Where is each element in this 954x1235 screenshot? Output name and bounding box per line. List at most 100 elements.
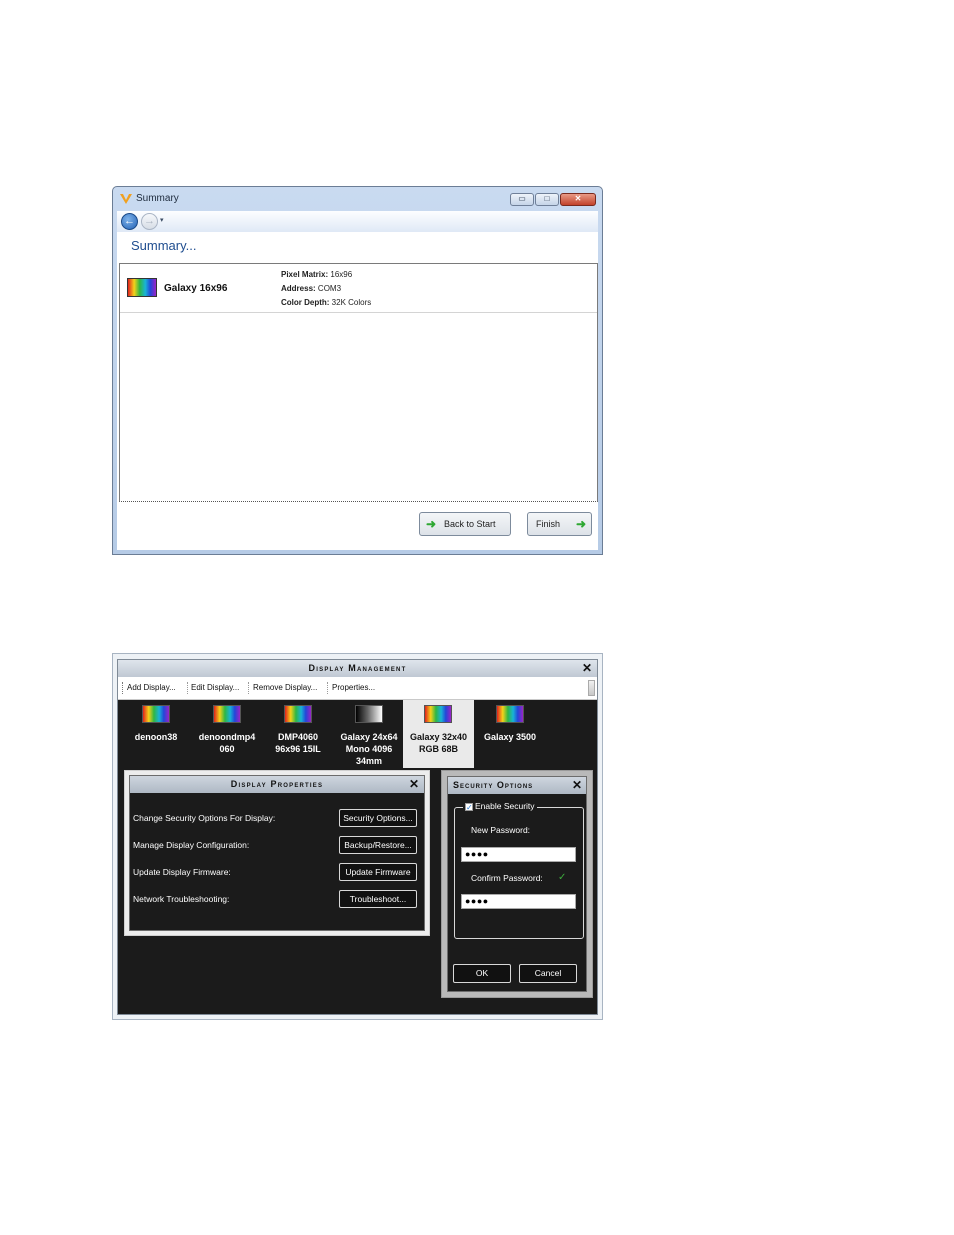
- display-properties-title: Display Properties: [130, 776, 424, 793]
- display-tile-denoon38[interactable]: denoon38: [128, 700, 184, 768]
- backup-restore-button[interactable]: Backup/Restore...: [339, 836, 417, 854]
- caption-buttons: ▭ □ ✕: [510, 193, 596, 206]
- display-tile-galaxy-32x40[interactable]: Galaxy 32x40 RGB 68B: [403, 700, 474, 768]
- enable-security-label: Enable Security: [475, 801, 535, 811]
- color-depth-label: Color Depth:: [281, 298, 330, 307]
- new-password-label: New Password:: [471, 825, 531, 835]
- confirm-password-label: Confirm Password:: [471, 873, 543, 883]
- back-to-start-button[interactable]: ➜ Back to Start: [419, 512, 511, 536]
- color-display-icon: [127, 278, 157, 297]
- summary-content: Summary... Galaxy 16x96 Pixel Matrix: 16…: [117, 232, 598, 550]
- toolbar-grip: [122, 682, 123, 694]
- display-tile-line: 34mm: [355, 756, 382, 766]
- toolbar-overflow[interactable]: [588, 680, 595, 696]
- security-options-button[interactable]: Security Options...: [339, 809, 417, 827]
- pixel-matrix-row: Pixel Matrix: 16x96: [281, 270, 352, 279]
- display-tile-galaxy-24x64[interactable]: Galaxy 24x64 Mono 4096 34mm: [335, 700, 403, 768]
- display-tile-line: denoondmp4: [198, 732, 256, 742]
- security-options-body: Security Options ✕ ✓ Enable Security New …: [447, 776, 587, 992]
- display-tile-line: RGB 68B: [418, 744, 458, 754]
- address-row: Address: COM3: [281, 284, 341, 293]
- add-display-button[interactable]: Add Display...: [127, 683, 176, 692]
- summary-list: Galaxy 16x96 Pixel Matrix: 16x96 Address…: [119, 263, 598, 502]
- mono-display-icon: [355, 705, 383, 723]
- security-group: ✓ Enable Security New Password: ●●●● Conf…: [454, 801, 584, 939]
- properties-button[interactable]: Properties...: [332, 683, 375, 692]
- finish-label: Finish: [536, 519, 561, 529]
- close-icon[interactable]: ✕: [572, 777, 582, 794]
- color-display-icon: [424, 705, 452, 723]
- close-icon[interactable]: ✕: [409, 776, 419, 793]
- remove-display-button[interactable]: Remove Display...: [253, 683, 317, 692]
- toolbar-divider: [327, 682, 328, 694]
- summary-title-bar: Summary ▭ □ ✕: [113, 187, 602, 211]
- edit-display-button[interactable]: Edit Display...: [191, 683, 239, 692]
- address-label: Address:: [281, 284, 316, 293]
- color-display-icon: [284, 705, 312, 723]
- toolbar-divider: [248, 682, 249, 694]
- back-to-start-label: Back to Start: [444, 519, 496, 529]
- display-tile-label: denoondmp4 060: [194, 731, 260, 755]
- new-password-field[interactable]: ●●●●: [461, 847, 576, 862]
- troubleshoot-button[interactable]: Troubleshoot...: [339, 890, 417, 908]
- toolbar-divider: [187, 682, 188, 694]
- display-tile-line: Galaxy 24x64: [340, 732, 398, 742]
- close-icon[interactable]: ✕: [582, 660, 592, 677]
- list-item[interactable]: Galaxy 16x96 Pixel Matrix: 16x96 Address…: [120, 264, 597, 313]
- minimize-button[interactable]: ▭: [510, 193, 534, 206]
- enable-security-checkbox[interactable]: ✓ Enable Security: [463, 801, 537, 812]
- display-tile-line: Galaxy 32x40: [409, 732, 468, 742]
- close-button[interactable]: ✕: [560, 193, 596, 206]
- display-tile-line: DMP4060: [277, 732, 319, 742]
- toolbar: Add Display... Edit Display... Remove Di…: [118, 677, 597, 700]
- display-tile-line: 060: [219, 744, 235, 754]
- back-arrow-icon[interactable]: ←: [121, 213, 138, 230]
- history-dropdown-icon[interactable]: ▾: [160, 216, 164, 224]
- color-depth-row: Color Depth: 32K Colors: [281, 298, 371, 307]
- display-tile-label: Galaxy 3500: [480, 731, 540, 743]
- navigation-bar: ← → ▾: [117, 211, 598, 232]
- color-depth-value: 32K Colors: [331, 298, 372, 307]
- display-tile-line: Mono 4096: [345, 744, 393, 754]
- maximize-button[interactable]: □: [535, 193, 559, 206]
- display-tile-dmp4060[interactable]: DMP4060 96x96 15IL: [268, 700, 328, 768]
- pixel-matrix-value: 16x96: [330, 270, 353, 279]
- checkbox-check-icon[interactable]: ✓: [465, 803, 473, 812]
- app-logo-icon: [120, 194, 132, 204]
- page-title: Summary...: [131, 238, 197, 253]
- display-management-title: Display Management: [118, 660, 597, 677]
- display-tile-label: Galaxy 32x40 RGB 68B: [403, 731, 474, 755]
- color-display-icon: [213, 705, 241, 723]
- address-value: COM3: [317, 284, 342, 293]
- display-management-body: Display Management ✕ Add Display... Edit…: [117, 659, 598, 1015]
- manage-configuration-label: Manage Display Configuration:: [133, 840, 250, 850]
- display-tile-label: Galaxy 24x64 Mono 4096 34mm: [335, 731, 403, 767]
- security-options-panel: Security Options ✕ ✓ Enable Security New …: [441, 770, 593, 998]
- checkmark-icon: ✓: [558, 872, 567, 883]
- display-tile-label: denoon38: [128, 731, 184, 743]
- green-right-arrow-icon: ➜: [575, 517, 586, 531]
- green-left-arrow-icon: ➜: [426, 517, 437, 531]
- display-properties-panel: Display Properties ✕ Change Security Opt…: [124, 770, 430, 936]
- summary-window: Summary ▭ □ ✕ ← → ▾ Summary... Galaxy 16…: [112, 186, 603, 555]
- network-troubleshooting-label: Network Troubleshooting:: [133, 894, 230, 904]
- display-management-window: Display Management ✕ Add Display... Edit…: [112, 653, 603, 1020]
- security-options-title: Security Options: [448, 777, 586, 794]
- display-tile-galaxy-3500[interactable]: Galaxy 3500: [480, 700, 540, 768]
- forward-arrow-icon[interactable]: →: [141, 213, 158, 230]
- display-properties-body: Display Properties ✕ Change Security Opt…: [129, 775, 425, 931]
- confirm-password-field[interactable]: ●●●●: [461, 894, 576, 909]
- security-options-label: Change Security Options For Display:: [133, 813, 276, 823]
- cancel-button[interactable]: Cancel: [519, 964, 577, 983]
- ok-button[interactable]: OK: [453, 964, 511, 983]
- finish-button[interactable]: Finish ➜: [527, 512, 592, 536]
- display-tile-line: 96x96 15IL: [275, 744, 321, 754]
- display-tile-line: denoon38: [134, 732, 178, 742]
- display-name: Galaxy 16x96: [164, 283, 228, 294]
- display-tile-label: DMP4060 96x96 15IL: [268, 731, 328, 755]
- pixel-matrix-label: Pixel Matrix:: [281, 270, 329, 279]
- color-display-icon: [142, 705, 170, 723]
- update-firmware-button[interactable]: Update Firmware: [339, 863, 417, 881]
- display-tile-line: Galaxy 3500: [483, 732, 537, 742]
- display-tile-denoondmp4060[interactable]: denoondmp4 060: [194, 700, 260, 768]
